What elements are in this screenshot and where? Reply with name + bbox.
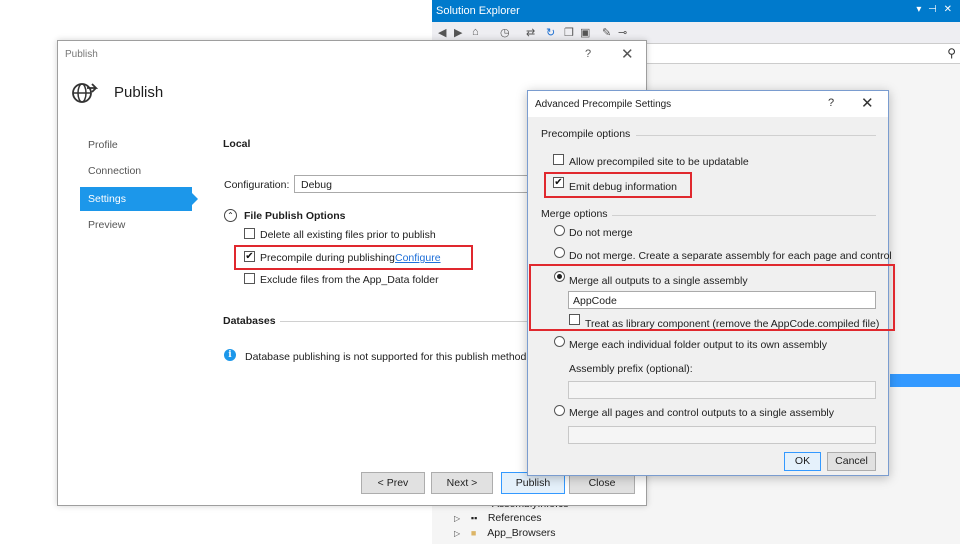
merge-each-folder-radio[interactable] (554, 336, 565, 347)
close-icon[interactable]: ✕ (621, 45, 634, 63)
home-icon[interactable]: ⌂ (472, 26, 479, 38)
back-icon[interactable]: ◀ (438, 26, 446, 39)
next-button[interactable]: Next > (431, 472, 493, 494)
folder-icon: ■ (470, 528, 477, 538)
history-icon[interactable]: ◷ (500, 26, 510, 39)
tree-item-label: App_Browsers (487, 527, 556, 539)
window-controls[interactable]: ▾ ⊣ ✕ (916, 4, 954, 15)
close-icon[interactable]: ✕ (861, 94, 874, 112)
collapse-chevron-icon[interactable]: ⌃ (224, 209, 237, 222)
merge-pages-controls-label: Merge all pages and control outputs to a… (569, 407, 834, 419)
prev-button[interactable]: < Prev (361, 472, 425, 494)
do-not-merge-separate-radio[interactable] (554, 247, 565, 258)
section-local-heading: Local (223, 138, 251, 150)
sync-icon[interactable]: ⇄ (526, 26, 535, 39)
merge-pages-controls-radio[interactable] (554, 405, 565, 416)
ok-button[interactable]: OK (784, 452, 821, 471)
expand-arrow-icon[interactable]: ▷ (454, 529, 468, 538)
do-not-merge-label: Do not merge (569, 227, 633, 239)
delete-existing-label: Delete all existing files prior to publi… (260, 229, 436, 241)
solution-explorer-title: Solution Explorer (436, 5, 520, 17)
allow-updatable-checkbox[interactable] (553, 154, 564, 165)
precompile-options-divider (636, 135, 876, 136)
merge-options-label: Merge options (541, 208, 608, 220)
refresh-icon[interactable]: ↻ (546, 26, 555, 39)
solution-explorer-titlebar: Solution Explorer ▾ ⊣ ✕ (432, 0, 960, 22)
help-button[interactable]: ? (585, 48, 591, 60)
section-databases-heading: Databases (223, 315, 276, 327)
nav-item-profile[interactable]: Profile (80, 133, 192, 157)
merge-single-highlight (529, 264, 895, 331)
forward-icon[interactable]: ▶ (454, 26, 462, 39)
publish-header-title: Publish (114, 84, 164, 101)
tree-item-references[interactable]: ▷ ▪▪ References (454, 512, 542, 527)
databases-divider (280, 321, 540, 322)
emit-debug-highlight (544, 172, 692, 198)
publish-titlebar: Publish ? ✕ (58, 41, 646, 67)
references-icon: ▪▪ (470, 513, 478, 523)
advanced-titlebar: Advanced Precompile Settings ? ✕ (528, 91, 888, 117)
merge-pages-assembly-input[interactable] (568, 426, 876, 444)
search-icon: ⚲ (947, 46, 956, 60)
assembly-prefix-label: Assembly prefix (optional): (569, 363, 693, 375)
exclude-app-data-label: Exclude files from the App_Data folder (260, 274, 439, 286)
publish-globe-icon (72, 83, 98, 103)
do-not-merge-separate-label: Do not merge. Create a separate assembly… (569, 250, 892, 262)
merge-each-folder-label: Merge each individual folder output to i… (569, 339, 827, 351)
configuration-value: Debug (301, 179, 332, 191)
file-publish-options-heading: File Publish Options (244, 210, 346, 222)
precompile-highlight (234, 245, 473, 270)
pin-icon[interactable]: ⊸ (618, 26, 627, 39)
nav-item-preview[interactable]: Preview (80, 213, 192, 237)
publish-window-title: Publish (65, 49, 98, 60)
do-not-merge-radio[interactable] (554, 225, 565, 236)
merge-options-divider (612, 215, 876, 216)
cancel-button[interactable]: Cancel (827, 452, 876, 471)
advanced-precompile-dialog: Advanced Precompile Settings ? ✕ Precomp… (527, 90, 895, 476)
allow-updatable-label: Allow precompiled site to be updatable (569, 156, 749, 168)
assembly-prefix-input[interactable] (568, 381, 876, 399)
expand-arrow-icon[interactable]: ▷ (454, 514, 468, 523)
database-info-text: Database publishing is not supported for… (245, 351, 530, 363)
configuration-label: Configuration: (224, 179, 290, 191)
precompile-options-label: Precompile options (541, 128, 631, 140)
configuration-select[interactable]: Debug (294, 175, 534, 193)
selected-tree-row[interactable] (890, 374, 960, 387)
show-all-files-icon[interactable]: ▣ (580, 26, 590, 39)
info-icon: i (224, 349, 236, 361)
delete-existing-checkbox[interactable] (244, 228, 255, 239)
advanced-title: Advanced Precompile Settings (535, 99, 672, 110)
tree-item-app-browsers[interactable]: ▷ ■ App_Browsers (454, 527, 556, 542)
properties-icon[interactable]: ✎ (602, 26, 611, 39)
nav-item-connection[interactable]: Connection (80, 159, 192, 183)
nav-item-settings[interactable]: Settings (80, 187, 198, 211)
exclude-app-data-checkbox[interactable] (244, 273, 255, 284)
tree-item-label: References (487, 512, 542, 524)
copy-icon[interactable]: ❐ (564, 26, 574, 39)
help-button[interactable]: ? (828, 97, 834, 109)
